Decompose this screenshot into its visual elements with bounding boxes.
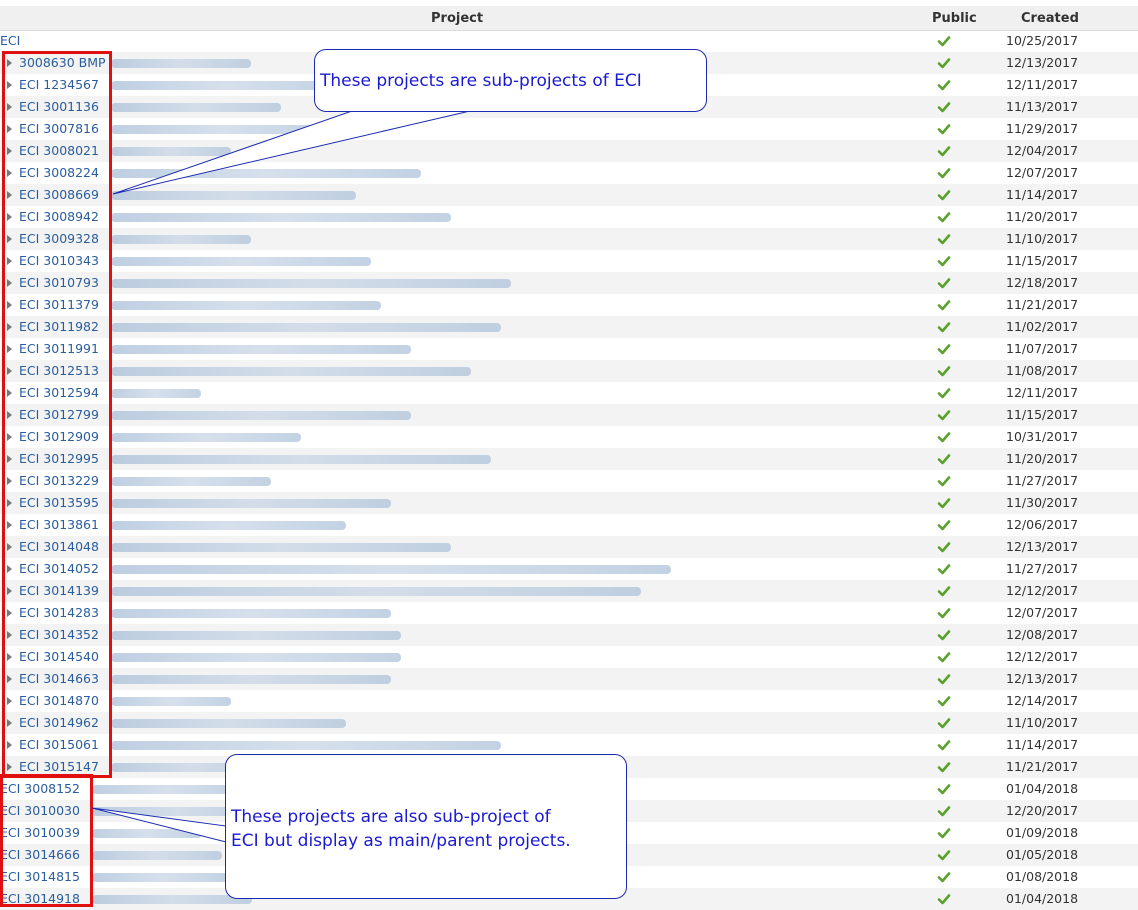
callout-pointer-top [112, 110, 471, 195]
callout-parent-projects: These projects are also sub-project of E… [225, 754, 627, 899]
callout-subprojects: These projects are sub-projects of ECI [314, 49, 707, 112]
callout-pointer-bottom [91, 807, 227, 843]
callout-parent-projects-line2: ECI but display as main/parent projects. [231, 831, 571, 851]
callout-subprojects-text: These projects are sub-projects of ECI [320, 71, 642, 91]
callout-parent-projects-line1: These projects are also sub-project of [231, 807, 551, 827]
